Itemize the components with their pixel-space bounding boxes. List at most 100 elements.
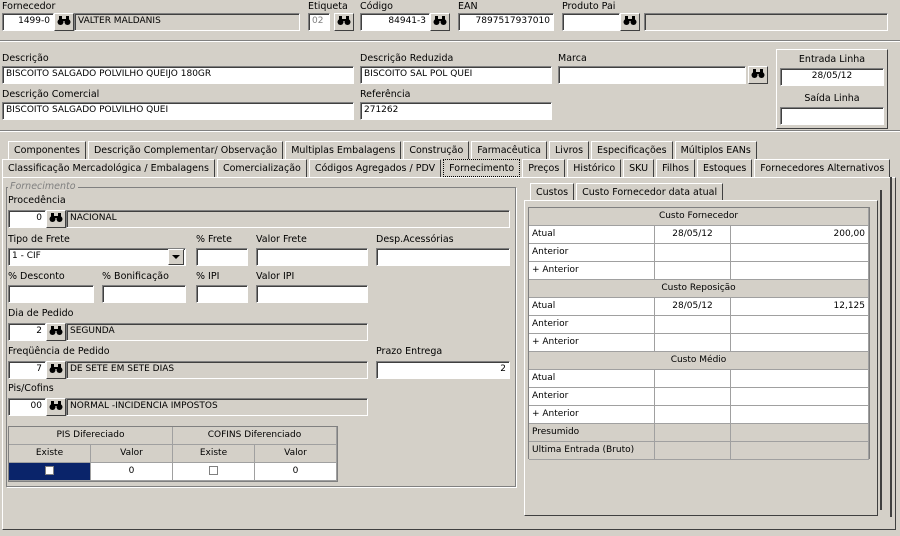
valor-ipi-field[interactable] xyxy=(256,285,368,303)
codigo-field[interactable]: 84941-3 xyxy=(360,13,430,31)
entrada-linha-field[interactable]: 28/05/12 xyxy=(780,68,884,86)
fornecedor-search-button[interactable] xyxy=(54,13,74,31)
custo-fornecedor-mais-anterior-value xyxy=(731,262,869,280)
cofins-valor-cell[interactable]: 0 xyxy=(255,463,337,481)
pis-cofins-search-button[interactable] xyxy=(46,398,66,416)
codigo-search-button[interactable] xyxy=(430,13,450,31)
custo-fornecedor-atual-label: Atual xyxy=(529,226,655,244)
prazo-entrega-field[interactable]: 2 xyxy=(376,361,510,379)
procedencia-desc-field: NACIONAL xyxy=(66,210,510,228)
cofins-existe-checkbox[interactable] xyxy=(209,466,218,475)
desp-acessorias-field[interactable] xyxy=(376,248,510,266)
pct-frete-field[interactable] xyxy=(196,248,248,266)
custos-shadow-line xyxy=(880,190,882,510)
entrada-linha-label: Entrada Linha xyxy=(798,54,866,65)
tab-descricao-complementar[interactable]: Descrição Complementar/ Observação xyxy=(87,141,284,159)
custo-medio-header: Custo Médio xyxy=(529,352,869,370)
descricao-reduzida-field[interactable]: BISCOITO SAL POL QUEI xyxy=(360,66,552,84)
pct-bonificacao-field[interactable] xyxy=(102,285,186,303)
saida-linha-field[interactable] xyxy=(780,107,884,125)
marca-search-button[interactable] xyxy=(748,66,768,84)
fornecedor-code-field[interactable]: 1499-0 xyxy=(2,13,54,31)
tab-custo-fornecedor-data-atual[interactable]: Custo Fornecedor data atual xyxy=(576,183,724,200)
ean-field[interactable]: 7897517937010 xyxy=(458,13,554,31)
pct-ipi-field[interactable] xyxy=(196,285,248,303)
pis-existe-cell[interactable] xyxy=(9,463,91,481)
dia-pedido-search-button[interactable] xyxy=(46,323,66,341)
produto-pai-search-button[interactable] xyxy=(620,13,640,31)
etiqueta-search-button[interactable] xyxy=(334,13,354,31)
custo-presumido-value xyxy=(731,424,869,442)
cofins-valor-header: Valor xyxy=(255,445,337,463)
custo-fornecedor-anterior-label: Anterior xyxy=(529,244,655,262)
tab-multiplos-eans[interactable]: Múltiplos EANs xyxy=(674,141,757,159)
pct-bonificacao-label: % Bonificação xyxy=(102,271,169,282)
prazo-entrega-label: Prazo Entrega xyxy=(376,346,443,357)
produto-pai-desc-field xyxy=(644,13,888,31)
tab-fornecedores-alternativos[interactable]: Fornecedores Alternativos xyxy=(754,159,891,177)
dia-pedido-code-field[interactable]: 2 xyxy=(8,323,46,341)
valor-ipi-label: Valor IPI xyxy=(256,271,295,282)
tab-comercializacao[interactable]: Comercialização xyxy=(216,159,307,177)
tab-livros[interactable]: Livros xyxy=(549,141,590,159)
panel-shadow-line xyxy=(890,177,892,517)
fornecimento-group-title: Fornecimento xyxy=(8,181,78,192)
descricao-field[interactable]: BISCOITO SALGADO POLVILHO QUEIJO 180GR xyxy=(2,66,354,84)
custo-medio-atual-label: Atual xyxy=(529,370,655,388)
fornecedor-label: Fornecedor xyxy=(2,1,56,12)
tab-historico[interactable]: Histórico xyxy=(567,159,622,177)
binoculars-icon xyxy=(751,68,765,82)
tab-codigos-agregados[interactable]: Códigos Agregados / PDV xyxy=(308,159,442,177)
pis-existe-checkbox[interactable] xyxy=(45,466,54,475)
procedencia-code-field[interactable]: 0 xyxy=(8,210,46,228)
codigo-label: Código xyxy=(360,1,393,12)
cofins-existe-cell[interactable] xyxy=(173,463,255,481)
tab-estoques[interactable]: Estoques xyxy=(696,159,753,177)
desc-separator xyxy=(0,130,900,132)
tab-multiplas-embalagens[interactable]: Multiplas Embalagens xyxy=(285,141,402,159)
custo-reposicao-anterior-value xyxy=(731,316,869,334)
binoculars-icon xyxy=(337,15,351,29)
tab-filhos[interactable]: Filhos xyxy=(656,159,695,177)
marca-field[interactable] xyxy=(558,66,746,84)
valor-frete-field[interactable] xyxy=(256,248,368,266)
pis-cofins-grid: PIS Difereciado COFINS Diferenciado Exis… xyxy=(8,426,338,482)
pis-cofins-code-field[interactable]: 00 xyxy=(8,398,46,416)
tab-row-2: Classificação Mercadológica / Embalagens… xyxy=(2,159,892,177)
descricao-comercial-field[interactable]: BISCOITO SALGADO POLVILHO QUEI xyxy=(2,102,354,120)
binoculars-icon xyxy=(49,400,63,414)
ultima-entrada-label: Ultima Entrada (Bruto) xyxy=(529,442,655,460)
binoculars-icon xyxy=(623,15,637,29)
etiqueta-field[interactable]: 02 xyxy=(308,13,330,31)
tab-precos[interactable]: Preços xyxy=(522,159,566,177)
tab-componentes[interactable]: Componentes xyxy=(8,141,86,159)
fornecedor-name-field: VALTER MALDANIS xyxy=(74,13,300,31)
custos-grid: Custo Fornecedor Atual 28/05/12 200,00 A… xyxy=(528,207,870,460)
referencia-field[interactable]: 271262 xyxy=(360,102,552,120)
tab-especificacoes[interactable]: Especificações xyxy=(591,141,673,159)
tipo-frete-select[interactable]: 1 - CIF xyxy=(8,248,186,266)
produto-pai-field[interactable] xyxy=(562,13,620,31)
pis-valor-cell[interactable]: 0 xyxy=(91,463,173,481)
pis-cofins-desc-field: NORMAL -INCIDENCIA IMPOSTOS xyxy=(66,398,368,416)
custo-fornecedor-anterior-date xyxy=(655,244,731,262)
custo-reposicao-anterior-date xyxy=(655,316,731,334)
binoculars-icon xyxy=(49,363,63,377)
descricao-comercial-label: Descrição Comercial xyxy=(2,89,100,100)
procedencia-search-button[interactable] xyxy=(46,210,66,228)
pis-cofins-label: Pis/Cofins xyxy=(8,383,54,394)
top-separator xyxy=(0,40,900,42)
desp-acessorias-label: Desp.Acessórias xyxy=(376,234,454,245)
tipo-frete-dropdown-button[interactable] xyxy=(168,249,184,265)
tab-custos[interactable]: Custos xyxy=(530,183,575,200)
tab-classificacao[interactable]: Classificação Mercadológica / Embalagens xyxy=(2,159,215,177)
frequencia-pedido-code-field[interactable]: 7 xyxy=(8,361,46,379)
tipo-frete-value: 1 - CIF xyxy=(12,251,41,261)
tab-row-1: Componentes Descrição Complementar/ Obse… xyxy=(8,141,759,159)
tab-construcao[interactable]: Construção xyxy=(403,141,470,159)
tab-sku[interactable]: SKU xyxy=(623,159,655,177)
tab-farmaceutica[interactable]: Farmacêutica xyxy=(471,141,548,159)
tab-fornecimento[interactable]: Fornecimento xyxy=(443,159,521,177)
frequencia-pedido-search-button[interactable] xyxy=(46,361,66,379)
pct-desconto-field[interactable] xyxy=(8,285,94,303)
